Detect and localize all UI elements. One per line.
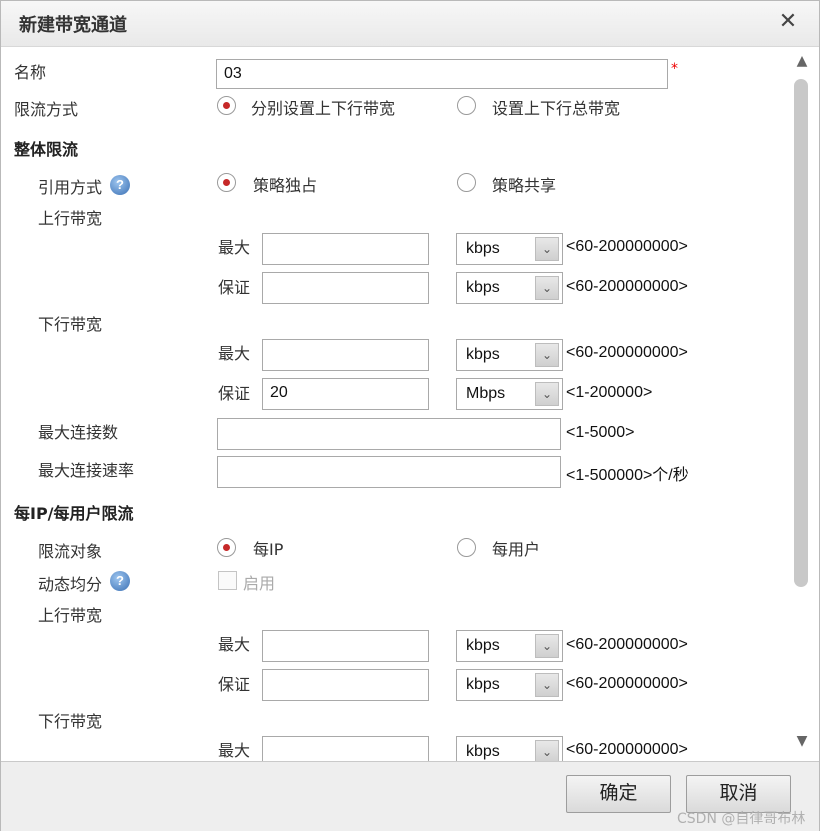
ref-mode-label: 引用方式 bbox=[38, 178, 103, 197]
chevron-down-icon[interactable]: ⌄ bbox=[535, 673, 559, 697]
chevron-down-icon[interactable]: ⌄ bbox=[535, 382, 559, 406]
radio-total-bandwidth-label: 设置上下行总带宽 bbox=[492, 99, 621, 118]
up-guarantee-unit-select[interactable]: kbps ⌄ bbox=[456, 272, 563, 304]
max-connections-label: 最大连接数 bbox=[38, 423, 119, 442]
radio-total-bandwidth[interactable] bbox=[457, 96, 476, 115]
radio-policy-exclusive[interactable] bbox=[217, 173, 236, 192]
help-icon[interactable]: ? bbox=[110, 175, 130, 195]
per-user-up-guarantee-label: 保证 bbox=[218, 675, 251, 694]
up-max-input[interactable] bbox=[262, 233, 429, 265]
limit-mode-label: 限流方式 bbox=[14, 100, 79, 119]
per-user-down-max-label: 最大 bbox=[218, 741, 251, 760]
max-connections-range: <1-5000> bbox=[566, 424, 635, 441]
per-user-down-max-input[interactable] bbox=[262, 736, 429, 761]
per-user-up-bandwidth-label: 上行带宽 bbox=[38, 606, 103, 625]
dialog: 新建带宽通道 ✕ 名称 03 * 限流方式 分别设置上下行带宽 设置上下行总带宽… bbox=[0, 0, 820, 831]
per-user-up-max-unit-value: kbps bbox=[466, 637, 500, 654]
radio-policy-shared-label: 策略共享 bbox=[492, 176, 557, 195]
radio-separate-bandwidth[interactable] bbox=[217, 96, 236, 115]
limit-target-label: 限流对象 bbox=[38, 542, 103, 561]
watermark: CSDN @自律哥布林 bbox=[677, 811, 806, 827]
name-input[interactable]: 03 bbox=[216, 59, 668, 89]
up-guarantee-range: <60-200000000> bbox=[566, 278, 688, 295]
chevron-down-icon[interactable]: ⌄ bbox=[535, 237, 559, 261]
dialog-title: 新建带宽通道 bbox=[19, 15, 127, 36]
radio-policy-shared[interactable] bbox=[457, 173, 476, 192]
enable-checkbox[interactable] bbox=[218, 571, 237, 590]
help-icon[interactable]: ? bbox=[110, 571, 130, 591]
chevron-down-icon[interactable]: ⌄ bbox=[535, 740, 559, 761]
section-per-user-limit: 每IP/每用户限流 bbox=[14, 504, 134, 523]
section-overall-limit: 整体限流 bbox=[14, 140, 79, 159]
form-content: 名称 03 * 限流方式 分别设置上下行带宽 设置上下行总带宽 整体限流 引用方… bbox=[1, 47, 819, 761]
name-label: 名称 bbox=[14, 63, 47, 82]
up-max-unit-value: kbps bbox=[466, 240, 500, 257]
radio-per-ip[interactable] bbox=[217, 538, 236, 557]
down-max-unit-value: kbps bbox=[466, 346, 500, 363]
down-max-unit-select[interactable]: kbps ⌄ bbox=[456, 339, 563, 371]
per-user-up-max-unit-select[interactable]: kbps ⌄ bbox=[456, 630, 563, 662]
up-max-range: <60-200000000> bbox=[566, 238, 688, 255]
max-connection-rate-range: <1-500000>个/秒 bbox=[566, 467, 689, 484]
enable-checkbox-label: 启用 bbox=[243, 574, 276, 593]
up-max-label: 最大 bbox=[218, 238, 251, 257]
radio-separate-bandwidth-label: 分别设置上下行带宽 bbox=[251, 99, 396, 118]
per-user-down-max-unit-select[interactable]: kbps ⌄ bbox=[456, 736, 563, 761]
required-mark: * bbox=[671, 61, 678, 77]
down-max-label: 最大 bbox=[218, 344, 251, 363]
max-connection-rate-label: 最大连接速率 bbox=[38, 461, 135, 480]
ok-button[interactable]: 确定 bbox=[566, 775, 671, 813]
dynamic-share-label: 动态均分 bbox=[38, 575, 103, 594]
radio-per-user[interactable] bbox=[457, 538, 476, 557]
per-user-up-max-label: 最大 bbox=[218, 635, 251, 654]
per-user-up-guarantee-unit-select[interactable]: kbps ⌄ bbox=[456, 669, 563, 701]
chevron-down-icon[interactable]: ⌄ bbox=[535, 343, 559, 367]
up-guarantee-unit-value: kbps bbox=[466, 279, 500, 296]
down-guarantee-label: 保证 bbox=[218, 384, 251, 403]
per-user-down-bandwidth-label: 下行带宽 bbox=[38, 712, 103, 731]
down-bandwidth-label: 下行带宽 bbox=[38, 315, 103, 334]
per-user-down-max-range: <60-200000000> bbox=[566, 741, 688, 758]
up-max-unit-select[interactable]: kbps ⌄ bbox=[456, 233, 563, 265]
scroll-down-icon[interactable]: ▼ bbox=[793, 733, 811, 749]
max-connections-input[interactable] bbox=[217, 418, 561, 450]
per-user-up-guarantee-input[interactable] bbox=[262, 669, 429, 701]
down-guarantee-unit-value: Mbps bbox=[466, 385, 506, 402]
dialog-footer: 确定 取消 CSDN @自律哥布林 bbox=[1, 761, 819, 831]
radio-per-user-label: 每用户 bbox=[492, 540, 541, 559]
down-guarantee-unit-select[interactable]: Mbps ⌄ bbox=[456, 378, 563, 410]
down-max-input[interactable] bbox=[262, 339, 429, 371]
scrollbar-thumb[interactable] bbox=[794, 79, 808, 587]
up-guarantee-input[interactable] bbox=[262, 272, 429, 304]
radio-per-ip-label: 每IP bbox=[253, 540, 284, 559]
down-guarantee-input[interactable]: 20 bbox=[262, 378, 429, 410]
up-guarantee-label: 保证 bbox=[218, 278, 251, 297]
per-user-up-max-range: <60-200000000> bbox=[566, 636, 688, 653]
per-user-up-guarantee-range: <60-200000000> bbox=[566, 675, 688, 692]
per-user-up-guarantee-unit-value: kbps bbox=[466, 676, 500, 693]
down-guarantee-range: <1-200000> bbox=[566, 384, 653, 401]
dialog-titlebar: 新建带宽通道 ✕ bbox=[1, 1, 819, 47]
down-max-range: <60-200000000> bbox=[566, 344, 688, 361]
max-connection-rate-input[interactable] bbox=[217, 456, 561, 488]
chevron-down-icon[interactable]: ⌄ bbox=[535, 276, 559, 300]
close-icon[interactable]: ✕ bbox=[775, 9, 801, 35]
up-bandwidth-label: 上行带宽 bbox=[38, 209, 103, 228]
per-user-down-max-unit-value: kbps bbox=[466, 743, 500, 760]
per-user-up-max-input[interactable] bbox=[262, 630, 429, 662]
chevron-down-icon[interactable]: ⌄ bbox=[535, 634, 559, 658]
scrollbar[interactable]: ▲ ▼ bbox=[791, 49, 813, 757]
radio-policy-exclusive-label: 策略独占 bbox=[253, 176, 318, 195]
scroll-up-icon[interactable]: ▲ bbox=[793, 53, 811, 69]
